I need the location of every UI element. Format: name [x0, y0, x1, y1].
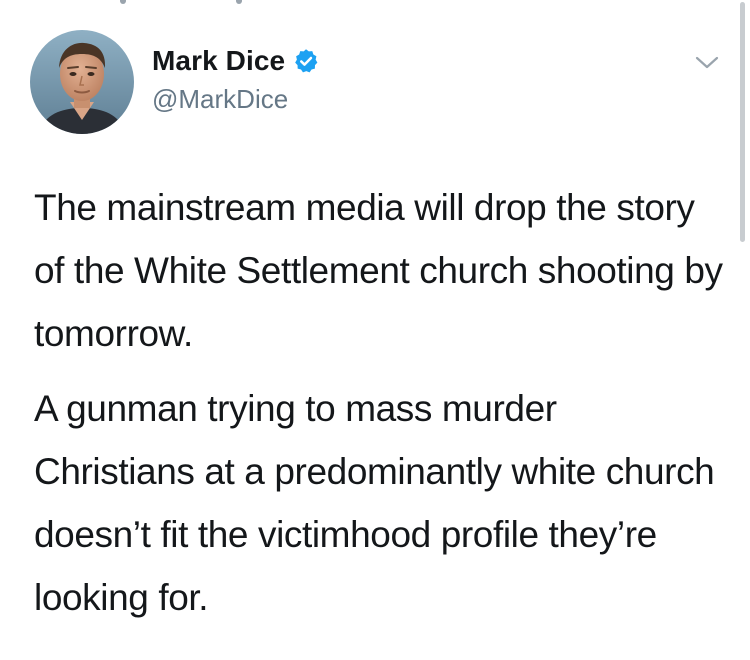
profile-photo-icon	[30, 30, 134, 134]
display-name[interactable]: Mark Dice	[152, 45, 285, 77]
tweet-text: The mainstream media will drop the story…	[34, 176, 724, 629]
author-name-row[interactable]: Mark Dice	[152, 42, 319, 80]
tweet-paragraph: The mainstream media will drop the story…	[34, 187, 723, 354]
tweet-header: Mark Dice @MarkDice	[0, 0, 750, 150]
verified-badge-icon	[293, 48, 319, 74]
chevron-down-icon[interactable]	[692, 50, 722, 74]
user-handle[interactable]: @MarkDice	[152, 84, 288, 115]
tweet-paragraph: A gunman trying to mass murder Christian…	[34, 388, 715, 618]
avatar[interactable]	[30, 30, 134, 134]
